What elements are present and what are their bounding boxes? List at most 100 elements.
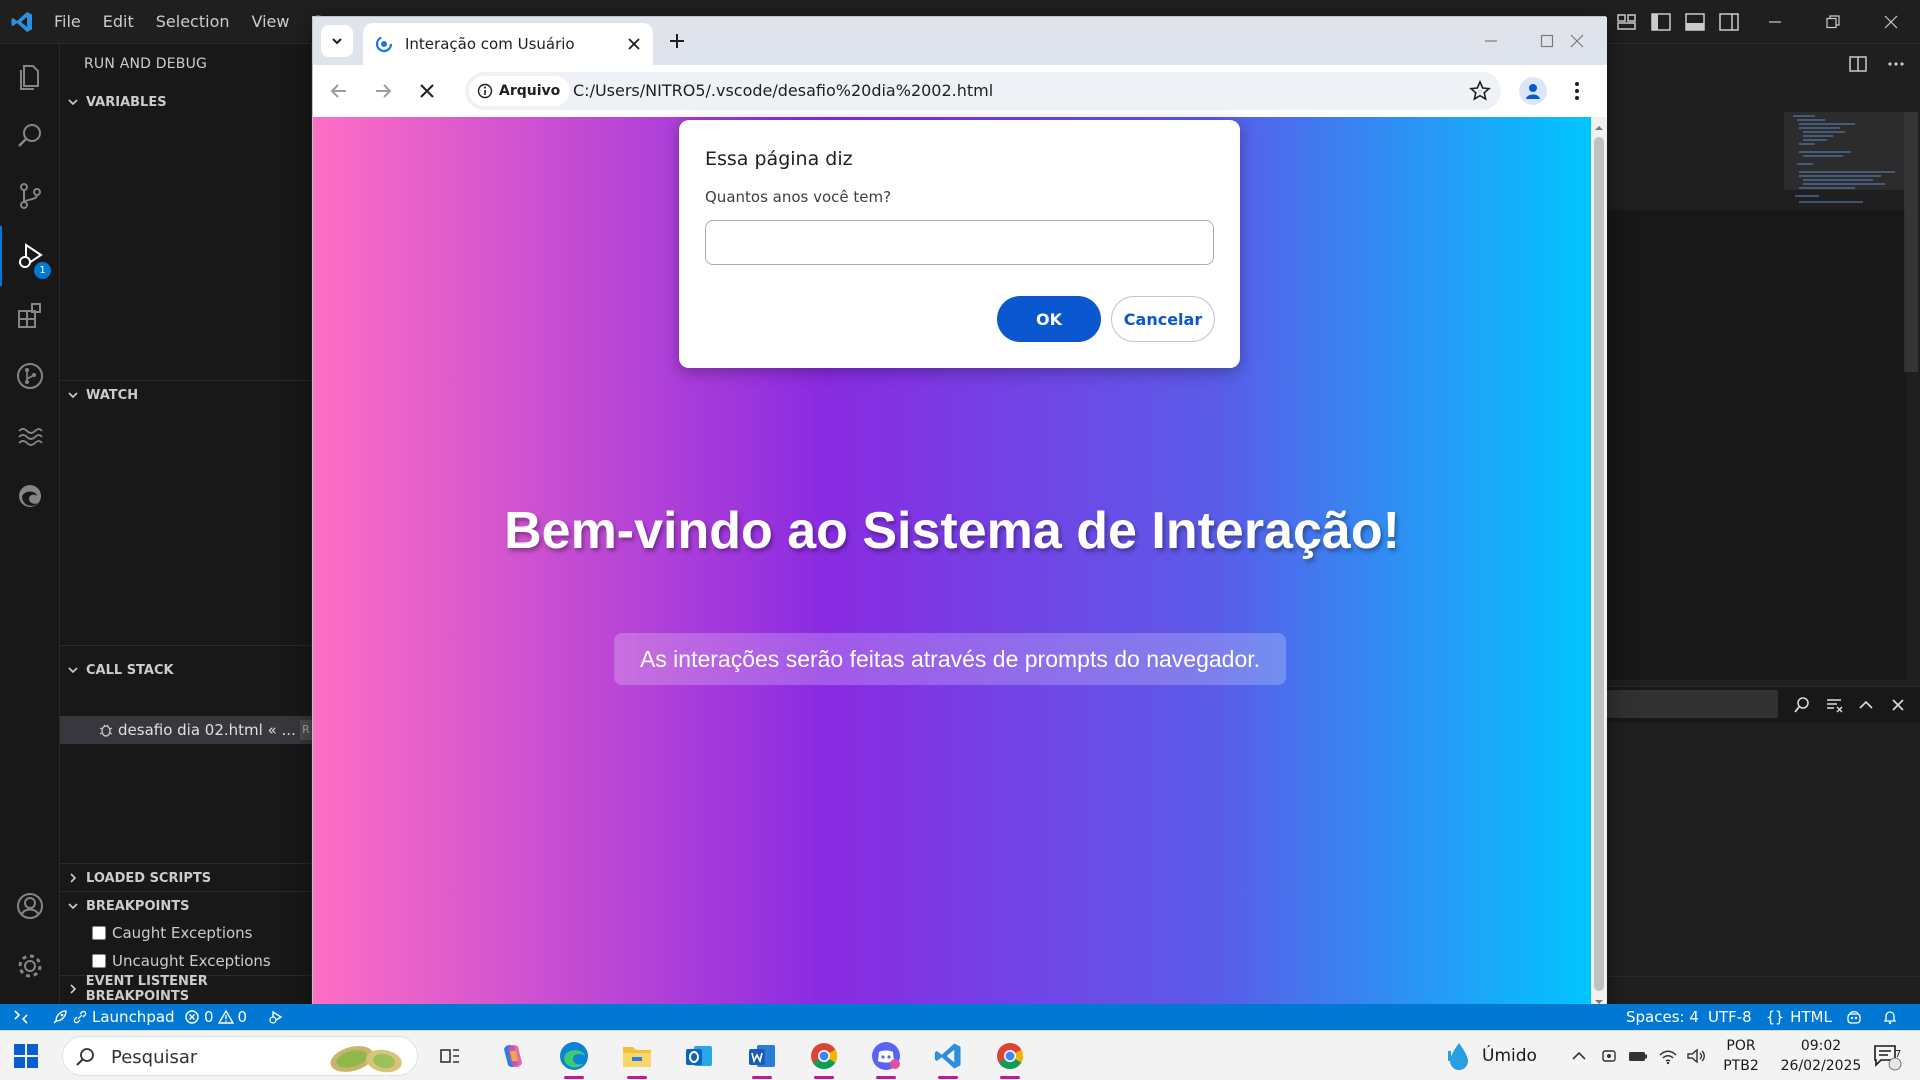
cancel-button[interactable]: Cancelar	[1111, 296, 1215, 342]
profile-button[interactable]	[1519, 77, 1547, 105]
activity-extensions[interactable]	[0, 286, 60, 346]
minimap[interactable]	[1785, 112, 1905, 232]
page-scrollbar[interactable]	[1591, 117, 1607, 1013]
weather-widget[interactable]: Úmido	[1446, 1031, 1537, 1080]
menu-selection[interactable]: Selection	[156, 0, 230, 44]
notifications-item[interactable]	[1882, 1004, 1902, 1030]
copilot-status-item[interactable]	[1846, 1004, 1866, 1030]
problems-item[interactable]: 0 0	[184, 1004, 247, 1030]
activity-run-debug[interactable]: 1	[0, 226, 60, 286]
section-label: EVENT LISTENER BREAKPOINTS	[85, 974, 208, 1004]
windows-start-icon[interactable]	[12, 1042, 40, 1070]
activity-bar: 1	[0, 44, 60, 1004]
ok-button[interactable]: OK	[997, 296, 1101, 342]
taskbar-search[interactable]: Pesquisar	[62, 1036, 418, 1076]
search-highlight-image-icon	[330, 1046, 402, 1073]
panel-close-button[interactable]	[1882, 694, 1914, 716]
encoding-item[interactable]: UTF-8	[1708, 1004, 1752, 1030]
menu-view[interactable]: View	[252, 0, 290, 44]
section-variables[interactable]: VARIABLES	[60, 90, 312, 114]
taskbar-task-view[interactable]	[426, 1036, 474, 1076]
activity-edge-devtools[interactable]	[0, 466, 60, 526]
activity-live-share[interactable]	[0, 406, 60, 466]
chevron-up-icon	[1859, 700, 1873, 709]
activity-accounts[interactable]	[0, 876, 60, 936]
taskbar-outlook[interactable]	[675, 1036, 723, 1076]
vscode-restore-button[interactable]	[1804, 0, 1862, 44]
chevron-up-icon[interactable]	[1570, 1047, 1588, 1065]
scrollbar-thumb[interactable]	[1594, 137, 1604, 991]
toggle-primary-sidebar-icon[interactable]	[1651, 13, 1671, 31]
indentation-item[interactable]: Spaces: 4	[1626, 1004, 1699, 1030]
chrome-minimize-button[interactable]	[1463, 17, 1519, 65]
remote-indicator[interactable]	[0, 1004, 42, 1030]
editor-scrollbar[interactable]	[1904, 112, 1918, 372]
activity-source-control[interactable]	[0, 166, 60, 226]
taskbar-copilot[interactable]	[489, 1036, 537, 1076]
activity-manage[interactable]	[0, 936, 60, 996]
chrome-tab-active[interactable]: Interação com Usuário	[363, 23, 653, 65]
battery-icon[interactable]	[1628, 1047, 1648, 1065]
site-info-chip[interactable]: Arquivo	[469, 76, 571, 106]
section-watch[interactable]: WATCH	[60, 383, 312, 407]
back-button[interactable]	[323, 75, 355, 107]
chrome-close-button[interactable]	[1549, 17, 1605, 65]
activity-git-graph[interactable]	[0, 346, 60, 406]
section-call-stack[interactable]: CALL STACK	[60, 658, 312, 682]
input-language[interactable]: POR PTB2	[1716, 1036, 1766, 1076]
section-loaded-scripts[interactable]: LOADED SCRIPTS	[60, 866, 312, 890]
stop-loading-button[interactable]	[411, 75, 443, 107]
volume-icon[interactable]	[1686, 1047, 1706, 1065]
taskbar-chrome[interactable]	[800, 1036, 848, 1079]
git-graph-icon	[17, 363, 43, 389]
close-tab-icon[interactable]	[625, 35, 643, 53]
toggle-panel-icon[interactable]	[1685, 13, 1705, 31]
vscode-close-button[interactable]	[1862, 0, 1920, 44]
session-badge: R	[300, 720, 312, 740]
vscode-minimize-button[interactable]	[1746, 0, 1804, 44]
panel-maximize-button[interactable]	[1850, 694, 1882, 716]
panel-search-button[interactable]	[1786, 694, 1818, 716]
wifi-icon[interactable]	[1658, 1047, 1678, 1065]
url-text[interactable]: C:/Users/NITRO5/.vscode/desafio%20dia%20…	[573, 81, 993, 100]
activity-search[interactable]	[0, 106, 60, 166]
taskbar-word[interactable]	[738, 1036, 786, 1079]
panel-filter-input[interactable]	[1606, 690, 1778, 718]
new-tab-icon[interactable]	[665, 29, 689, 53]
menu-file[interactable]: File	[54, 0, 81, 44]
toggle-secondary-sidebar-icon[interactable]	[1719, 13, 1739, 31]
prompt-input[interactable]	[705, 220, 1214, 265]
split-editor-icon[interactable]	[1848, 54, 1868, 74]
address-bar[interactable]: Arquivo C:/Users/NITRO5/.vscode/desafio%…	[465, 72, 1501, 110]
taskbar-chrome-2[interactable]	[986, 1036, 1034, 1079]
breakpoint-caught-exceptions[interactable]: Caught Exceptions	[92, 920, 253, 946]
launchpad-item[interactable]: Launchpad	[52, 1004, 175, 1030]
checkbox[interactable]	[92, 926, 106, 940]
minimize-icon	[1485, 40, 1497, 42]
taskbar-discord[interactable]	[862, 1036, 910, 1079]
more-actions-icon[interactable]	[1886, 54, 1906, 74]
meet-now-icon[interactable]	[1600, 1047, 1618, 1065]
notification-center[interactable]: 7	[1872, 1031, 1902, 1080]
bookmark-star-icon[interactable]	[1469, 80, 1491, 102]
checkbox[interactable]	[92, 954, 106, 968]
tab-search-button[interactable]	[321, 25, 353, 57]
windows-taskbar: Pesquisar Úmido POR PTB2 09:02 26/02/202…	[0, 1030, 1920, 1080]
language-mode-item[interactable]: {} HTML	[1766, 1004, 1832, 1030]
breakpoint-uncaught-exceptions[interactable]: Uncaught Exceptions	[92, 948, 271, 974]
customize-layout-icon[interactable]	[1617, 13, 1637, 31]
debug-target-item[interactable]	[268, 1004, 288, 1030]
section-event-listener-breakpoints[interactable]: EVENT LISTENER BREAKPOINTS	[60, 974, 312, 1004]
scroll-up-arrow-icon[interactable]	[1594, 123, 1604, 133]
forward-button[interactable]	[367, 75, 399, 107]
taskbar-file-explorer[interactable]	[613, 1036, 661, 1079]
chrome-menu-button[interactable]	[1563, 77, 1591, 105]
taskbar-edge[interactable]	[550, 1036, 598, 1079]
section-breakpoints[interactable]: BREAKPOINTS	[60, 894, 312, 918]
call-stack-item[interactable]: desafio dia 02.html « ... R	[60, 716, 312, 744]
clock[interactable]: 09:02 26/02/2025	[1776, 1036, 1866, 1076]
activity-explorer[interactable]	[0, 46, 60, 106]
menu-edit[interactable]: Edit	[103, 0, 134, 44]
panel-clear-button[interactable]	[1818, 694, 1850, 716]
taskbar-vscode[interactable]	[924, 1036, 972, 1079]
